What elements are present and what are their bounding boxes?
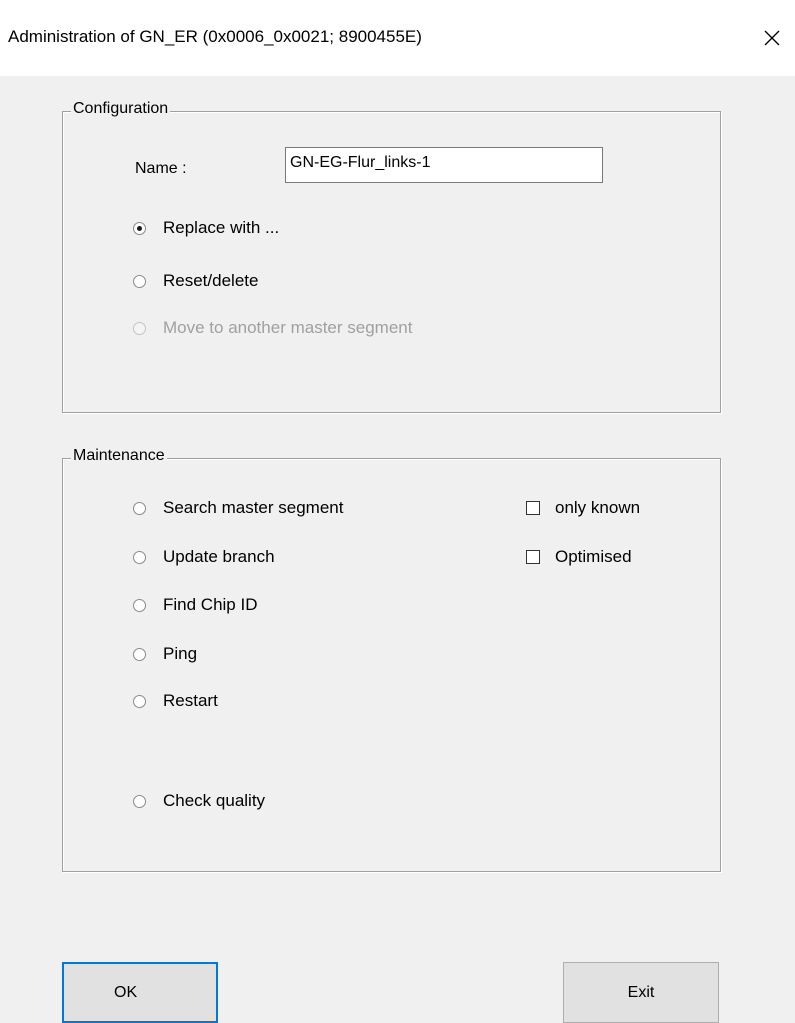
radio-ping[interactable]: Ping — [133, 643, 197, 665]
radio-label: Search master segment — [163, 498, 344, 517]
radio-label: Reset/delete — [163, 271, 259, 290]
checkbox-box — [526, 550, 540, 564]
radio-label: Ping — [163, 644, 198, 663]
checkbox-only-known[interactable]: only known — [526, 497, 640, 519]
window-title: Administration of GN_ER (0x0006_0x0021; … — [8, 27, 422, 46]
radio-indicator — [133, 794, 146, 808]
radio-indicator — [133, 694, 146, 708]
radio-replace-with[interactable]: Replace with ... — [133, 217, 279, 239]
ok-button-label: OK — [114, 983, 138, 1001]
radio-indicator — [133, 221, 146, 235]
radio-move-to-master-segment: Move to another master segment — [133, 317, 412, 339]
checkbox-label: only known — [555, 498, 641, 517]
administration-dialog: Administration of GN_ER (0x0006_0x0021; … — [0, 0, 795, 1023]
radio-label: Update branch — [163, 547, 275, 566]
maintenance-legend: Maintenance — [71, 447, 167, 465]
radio-label: Find Chip ID — [163, 595, 258, 614]
radio-find-chip-id[interactable]: Find Chip ID — [133, 594, 257, 616]
radio-label: Check quality — [163, 791, 266, 810]
radio-reset-delete[interactable]: Reset/delete — [133, 270, 258, 292]
radio-label: Move to another master segment — [163, 318, 413, 337]
checkbox-optimised[interactable]: Optimised — [526, 546, 632, 568]
radio-indicator — [133, 550, 146, 564]
radio-check-quality[interactable]: Check quality — [133, 790, 265, 812]
radio-indicator — [133, 647, 146, 661]
close-x-icon — [764, 30, 780, 46]
radio-label: Replace with ... — [163, 218, 280, 237]
radio-update-branch[interactable]: Update branch — [133, 546, 275, 568]
radio-indicator — [133, 321, 146, 335]
configuration-legend: Configuration — [71, 100, 171, 118]
exit-button-label: Exit — [627, 983, 655, 1001]
close-button[interactable] — [749, 20, 795, 56]
name-label: Name : — [135, 160, 187, 177]
ok-button[interactable]: OK — [62, 962, 218, 1023]
checkbox-box — [526, 501, 540, 515]
radio-restart[interactable]: Restart — [133, 690, 218, 712]
exit-button[interactable]: Exit — [563, 962, 719, 1023]
title-bar: Administration of GN_ER (0x0006_0x0021; … — [0, 0, 795, 76]
radio-indicator — [133, 274, 146, 288]
name-input[interactable] — [285, 147, 603, 183]
radio-indicator — [133, 501, 146, 515]
radio-search-master-segment[interactable]: Search master segment — [133, 497, 343, 519]
checkbox-label: Optimised — [555, 547, 632, 566]
radio-label: Restart — [163, 691, 218, 710]
radio-indicator — [133, 598, 146, 612]
